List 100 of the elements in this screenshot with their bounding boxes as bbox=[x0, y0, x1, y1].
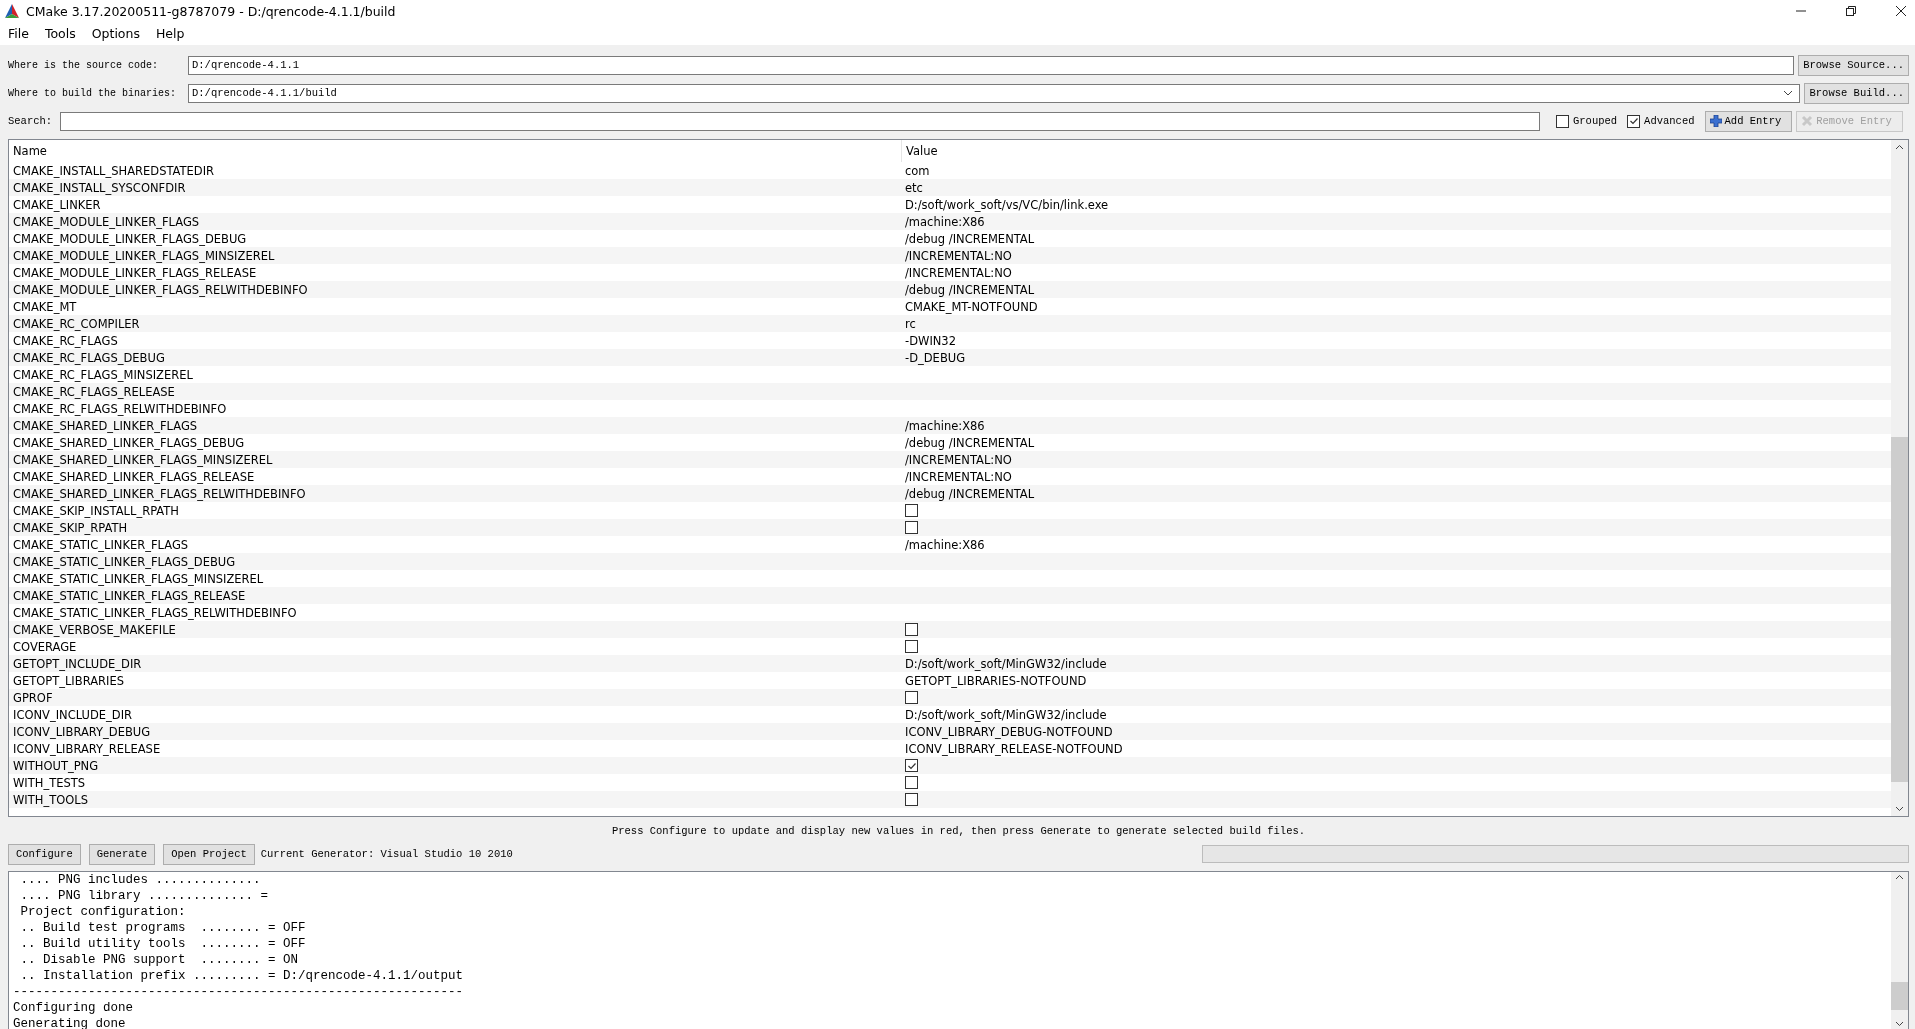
entry-value: /INCREMENTAL:NO bbox=[905, 248, 1012, 263]
checkbox[interactable] bbox=[905, 759, 918, 772]
entry-name: ICONV_INCLUDE_DIR bbox=[12, 707, 134, 722]
entry-name: CMAKE_RC_FLAGS_MINSIZEREL bbox=[12, 367, 194, 382]
entry-value: /debug /INCREMENTAL bbox=[905, 435, 1035, 450]
entry-name: CMAKE_MODULE_LINKER_FLAGS_MINSIZEREL bbox=[12, 248, 276, 263]
entry-name: CMAKE_SKIP_RPATH bbox=[12, 520, 129, 535]
scroll-thumb[interactable] bbox=[1891, 982, 1908, 1010]
entry-name: CMAKE_SKIP_INSTALL_RPATH bbox=[12, 503, 180, 518]
entry-value: /debug /INCREMENTAL bbox=[905, 231, 1035, 246]
entry-name: CMAKE_RC_FLAGS_RELWITHDEBINFO bbox=[12, 401, 228, 416]
entry-name: CMAKE_STATIC_LINKER_FLAGS_MINSIZEREL bbox=[12, 571, 265, 586]
checkbox[interactable] bbox=[905, 640, 918, 653]
checkbox-label: Grouped bbox=[1573, 115, 1618, 127]
entry-name: CMAKE_MT bbox=[12, 299, 78, 314]
log-line: .... PNG library .............. = bbox=[19, 888, 270, 904]
log-line: .. Installation prefix ......... = D:/qrencode-4.1.1/output bbox=[19, 968, 465, 984]
checkbox[interactable] bbox=[905, 793, 918, 806]
entry-value: /debug /INCREMENTAL bbox=[905, 486, 1035, 501]
entry-name: CMAKE_RC_FLAGS_DEBUG bbox=[12, 350, 166, 365]
entry-value: /machine:X86 bbox=[905, 214, 985, 229]
entry-name: CMAKE_INSTALL_SHAREDSTATEDIR bbox=[12, 163, 216, 178]
entry-value: rc bbox=[905, 316, 916, 331]
scrollbar[interactable] bbox=[1891, 140, 1908, 816]
scroll-up-icon[interactable] bbox=[1895, 874, 1904, 880]
entry-name: COVERAGE bbox=[12, 639, 78, 654]
scrollbar[interactable] bbox=[1891, 872, 1908, 1029]
entry-name: CMAKE_STATIC_LINKER_FLAGS_DEBUG bbox=[12, 554, 237, 569]
action-button[interactable]: Configure bbox=[8, 843, 81, 865]
search-field[interactable] bbox=[60, 111, 1540, 131]
entry-name: CMAKE_INSTALL_SYSCONFDIR bbox=[12, 180, 187, 195]
menu-item[interactable]: Options bbox=[90, 26, 141, 41]
entry-value: GETOPT_LIBRARIES-NOTFOUND bbox=[905, 673, 1087, 688]
entry-name: CMAKE_RC_FLAGS bbox=[12, 333, 119, 348]
entry-value: CMAKE_MT-NOTFOUND bbox=[905, 299, 1038, 314]
scroll-thumb[interactable] bbox=[1891, 437, 1908, 782]
entry-name: CMAKE_SHARED_LINKER_FLAGS_MINSIZEREL bbox=[12, 452, 274, 467]
entry-value: etc bbox=[905, 180, 923, 195]
entry-value: /INCREMENTAL:NO bbox=[905, 452, 1012, 467]
dropdown-icon bbox=[1783, 90, 1794, 96]
log-line: .. Build test programs ........ = OFF bbox=[19, 920, 307, 936]
checkbox[interactable] bbox=[905, 504, 918, 517]
scroll-down-icon[interactable] bbox=[1895, 806, 1904, 812]
action-button[interactable]: Generate bbox=[88, 843, 156, 865]
log-line: .. Build utility tools ........ = OFF bbox=[19, 936, 307, 952]
entry-name: CMAKE_SHARED_LINKER_FLAGS bbox=[12, 418, 199, 433]
build-path-combo[interactable]: D:/qrencode-4.1.1/build bbox=[188, 83, 1801, 103]
checkbox-label: Advanced bbox=[1644, 115, 1695, 127]
menu-item[interactable]: File bbox=[7, 26, 30, 41]
entry-value: /INCREMENTAL:NO bbox=[905, 265, 1012, 280]
window-title: CMake 3.17.20200511-g8787079 - D:/qrencode-4.1.1/build bbox=[26, 3, 396, 19]
browse-source-button[interactable]: Browse Source... bbox=[1798, 54, 1909, 76]
entry-name: CMAKE_STATIC_LINKER_FLAGS_RELEASE bbox=[12, 588, 247, 603]
menu-item[interactable]: Tools bbox=[43, 26, 77, 41]
hint-text: Press Configure to update and display new values in red, then press Generate to generate selected build files. bbox=[610, 824, 1307, 839]
scroll-up-icon[interactable] bbox=[1895, 144, 1904, 150]
entry-value: /machine:X86 bbox=[905, 537, 985, 552]
log-line: Generating done bbox=[13, 1016, 127, 1029]
log-line: Project configuration: bbox=[19, 904, 187, 920]
checkbox[interactable] bbox=[905, 691, 918, 704]
entry-value: D:/soft/work_soft/MinGW32/include bbox=[905, 707, 1107, 722]
entry-name: CMAKE_SHARED_LINKER_FLAGS_RELEASE bbox=[12, 469, 256, 484]
checkbox[interactable] bbox=[1556, 114, 1569, 128]
entry-value: /machine:X86 bbox=[905, 418, 985, 433]
triangle-logo-icon bbox=[4, 3, 20, 19]
entry-name: CMAKE_MODULE_LINKER_FLAGS_DEBUG bbox=[12, 231, 248, 246]
log-line: .... PNG includes .............. bbox=[19, 872, 262, 888]
entry-value: ICONV_LIBRARY_DEBUG-NOTFOUND bbox=[905, 724, 1113, 739]
entry-name: CMAKE_RC_FLAGS_RELEASE bbox=[12, 384, 176, 399]
entry-value: D:/soft/work_soft/vs/VC/bin/link.exe bbox=[905, 197, 1109, 212]
generator-label: Current Generator: Visual Studio 10 2010 bbox=[260, 848, 513, 860]
entry-value: /INCREMENTAL:NO bbox=[905, 469, 1012, 484]
checkbox[interactable] bbox=[905, 623, 918, 636]
checkbox[interactable] bbox=[1627, 114, 1641, 128]
entry-name: CMAKE_VERBOSE_MAKEFILE bbox=[12, 622, 177, 637]
entry-name: CMAKE_MODULE_LINKER_FLAGS_RELEASE bbox=[12, 265, 258, 280]
source-path-field[interactable]: D:/qrencode-4.1.1 bbox=[188, 55, 1795, 75]
checkbox[interactable] bbox=[905, 521, 918, 534]
entry-name: CMAKE_STATIC_LINKER_FLAGS_RELWITHDEBINFO bbox=[12, 605, 298, 620]
log-line: ------------------------------------------------------------ bbox=[13, 984, 465, 1000]
entry-value: com bbox=[905, 163, 930, 178]
menu-item[interactable]: Help bbox=[154, 26, 186, 41]
column-header[interactable]: Name bbox=[9, 140, 901, 162]
scroll-down-icon[interactable] bbox=[1895, 1021, 1904, 1027]
action-button[interactable]: Open Project bbox=[163, 843, 255, 865]
entry-name: ICONV_LIBRARY_DEBUG bbox=[12, 724, 152, 739]
entry-name: GETOPT_LIBRARIES bbox=[12, 673, 125, 688]
add-entry-button[interactable]: Add Entry bbox=[1704, 110, 1793, 132]
checkbox[interactable] bbox=[905, 776, 918, 789]
browse-build-button[interactable]: Browse Build... bbox=[1804, 82, 1909, 104]
log-line: Configuring done bbox=[13, 1000, 135, 1016]
entry-name: WITHOUT_PNG bbox=[12, 758, 100, 773]
restore-icon[interactable] bbox=[1845, 5, 1857, 17]
entry-name: CMAKE_LINKER bbox=[12, 197, 102, 212]
entry-name: WITH_TOOLS bbox=[12, 792, 90, 807]
close-icon[interactable] bbox=[1895, 5, 1907, 17]
log-line: .. Disable PNG support ........ = ON bbox=[19, 952, 300, 968]
entry-name: CMAKE_MODULE_LINKER_FLAGS bbox=[12, 214, 201, 229]
entry-value: ICONV_LIBRARY_RELEASE-NOTFOUND bbox=[905, 741, 1123, 756]
field-label: Where to build the binaries: bbox=[8, 87, 178, 99]
